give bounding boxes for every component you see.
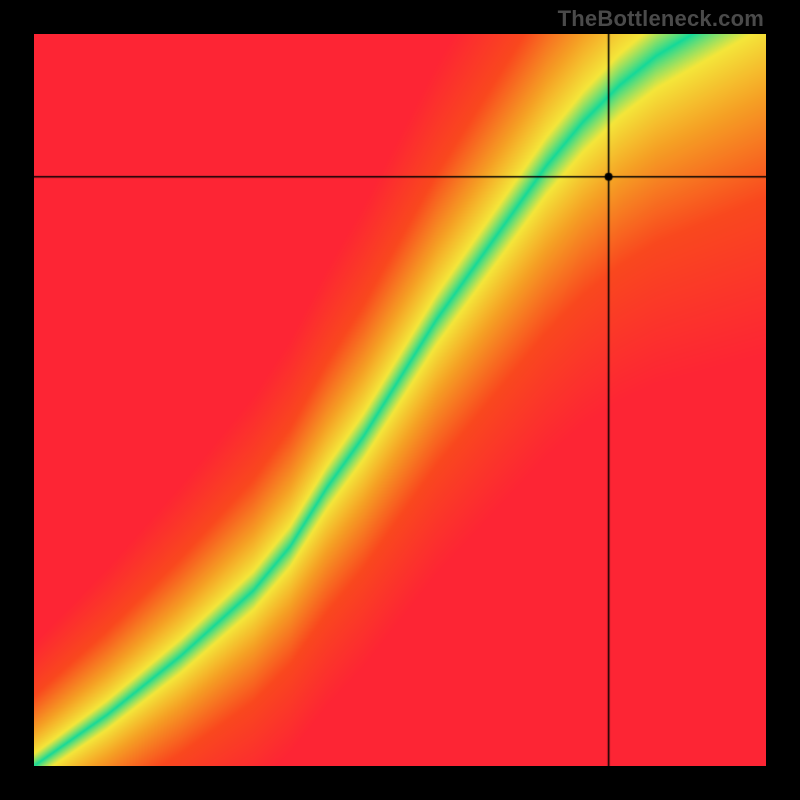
chart-frame: TheBottleneck.com [0, 0, 800, 800]
heatmap-plot [34, 34, 766, 766]
heatmap-canvas [34, 34, 766, 766]
watermark-text: TheBottleneck.com [558, 6, 764, 32]
